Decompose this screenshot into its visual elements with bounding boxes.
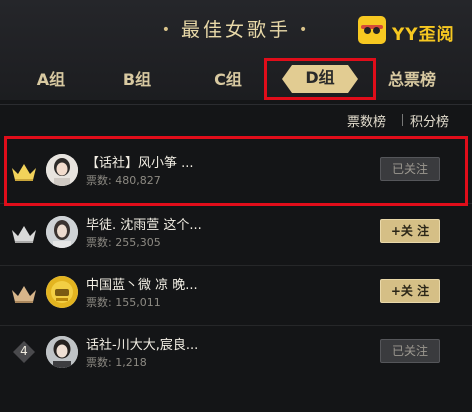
ranking-row-2[interactable]: 毕徒. 沈雨萱 这个... 票数: 255,305 +关 注 (0, 204, 472, 266)
sort-divider (402, 114, 403, 126)
entry-name[interactable]: 毕徒. 沈雨萱 这个... (86, 214, 202, 233)
rank-badge-icon: 4 (12, 340, 36, 364)
entry-name[interactable]: 中国蓝丶微 凉 晚... (86, 274, 198, 293)
ranking-row-3[interactable]: 中国蓝丶微 凉 晚... 票数: 155,011 +关 注 (0, 264, 472, 326)
bronze-crown-icon (12, 286, 36, 303)
brand-text: YY歪阅 (392, 25, 455, 45)
followed-button[interactable]: 已关注 (380, 339, 440, 363)
tab-group-a[interactable]: A组 (21, 66, 81, 90)
group-tabs: A组 B组 C组 D组 总票榜 (0, 60, 472, 98)
rank-number: 4 (20, 344, 28, 358)
follow-button[interactable]: +关 注 (380, 279, 440, 303)
yy-mascot-icon (358, 16, 386, 44)
sort-bar: 票数榜 积分榜 (0, 104, 472, 132)
avatar[interactable] (46, 336, 78, 368)
tab-total-votes[interactable]: 总票榜 (380, 66, 444, 90)
entry-votes: 票数: 255,305 (86, 236, 161, 249)
sort-by-votes-link[interactable]: 票数榜 (347, 111, 386, 130)
brand-logo[interactable]: YY歪阅 (356, 14, 468, 48)
entry-name[interactable]: 话社-川大大,宸良... (86, 334, 198, 353)
entry-votes: 票数: 155,011 (86, 296, 161, 309)
entry-votes: 票数: 1,218 (86, 356, 147, 369)
sort-by-points-link[interactable]: 积分榜 (410, 111, 449, 130)
follow-button[interactable]: +关 注 (380, 219, 440, 243)
entry-highlight-box (4, 136, 468, 206)
avatar[interactable] (46, 216, 78, 248)
tab-group-c[interactable]: C组 (198, 66, 258, 90)
ranking-row-4[interactable]: 4 话社-川大大,宸良... 票数: 1,218 已关注 (0, 324, 472, 386)
page-header: • 最佳女歌手 • YY歪阅 A组 B组 C组 D组 总票榜 (0, 0, 472, 100)
tab-highlight-box (264, 58, 376, 100)
tab-group-b[interactable]: B组 (107, 66, 167, 90)
silver-crown-icon (12, 226, 36, 243)
avatar[interactable] (46, 276, 78, 308)
